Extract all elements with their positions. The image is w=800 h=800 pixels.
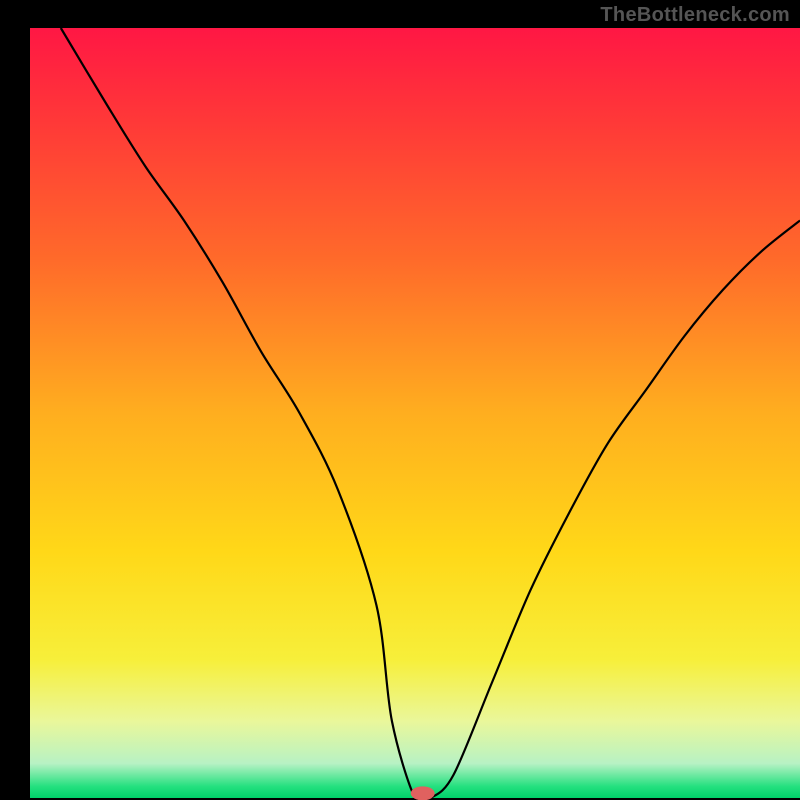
chart-stage: TheBottleneck.com bbox=[0, 0, 800, 800]
bottleneck-chart bbox=[0, 0, 800, 800]
plot-background bbox=[30, 28, 800, 798]
optimal-marker bbox=[411, 786, 435, 800]
